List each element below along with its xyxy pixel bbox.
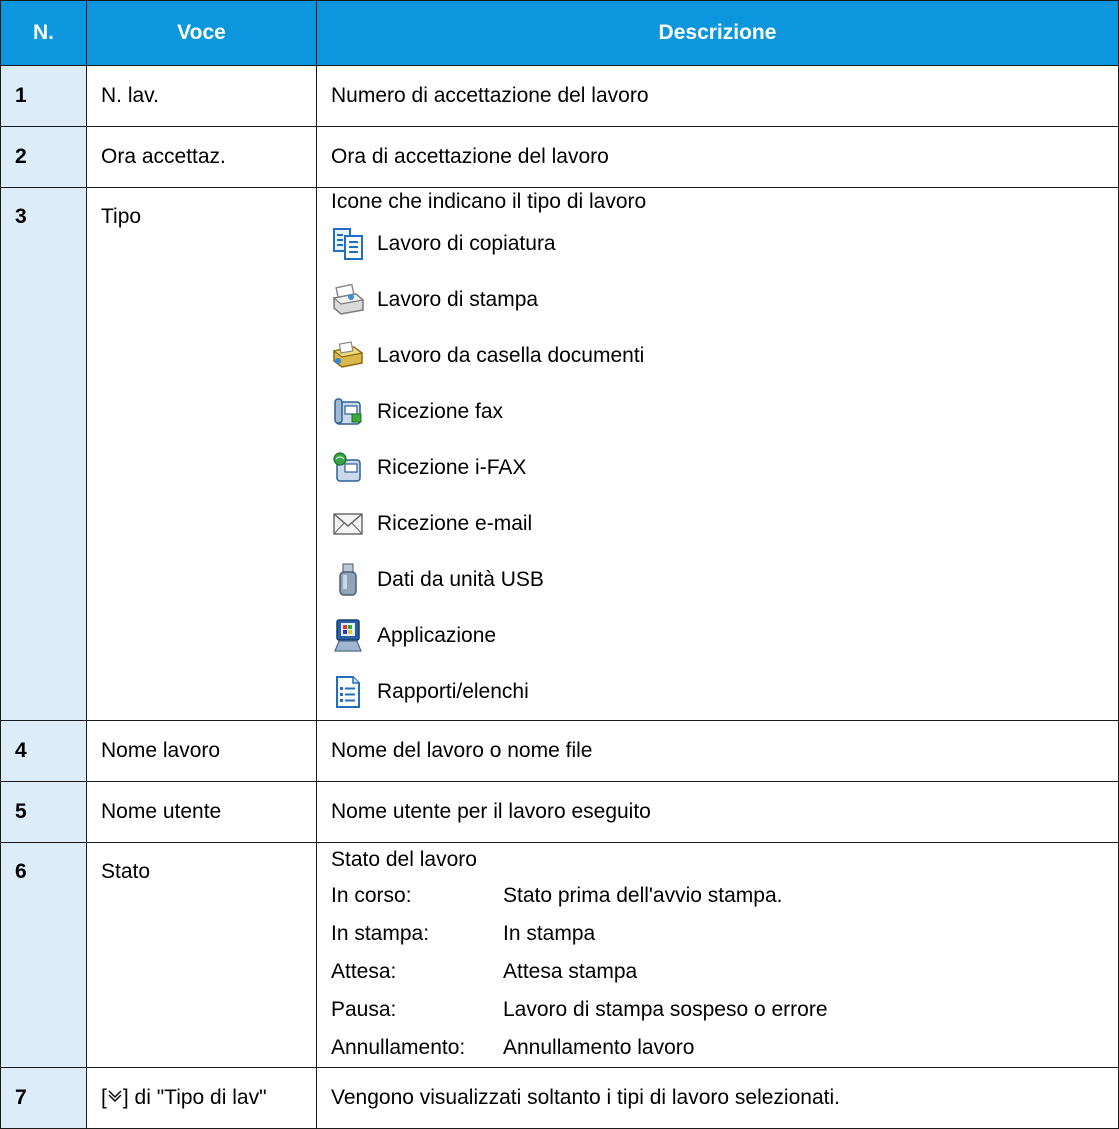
email-receive-icon <box>331 506 365 542</box>
type-label: Lavoro di stampa <box>377 288 539 311</box>
row-number: 7 <box>0 1067 87 1129</box>
row-number: 4 <box>0 720 87 782</box>
chevron-down-icon <box>107 1086 123 1110</box>
row-descrizione: Icone che indicano il tipo di lavoro Lav… <box>316 187 1119 721</box>
status-key: Annullamento: <box>331 1036 466 1059</box>
type-item-email: Ricezione e-mail <box>331 496 1104 552</box>
type-label: Dati da unità USB <box>377 568 544 591</box>
type-item-document-box: Lavoro da casella documenti <box>331 328 1104 384</box>
type-label: Ricezione i-FAX <box>377 456 527 479</box>
header-voce: Voce <box>86 0 317 66</box>
row-number: 2 <box>0 126 87 188</box>
table-row: 5 Nome utente Nome utente per il lavoro … <box>0 781 1119 843</box>
table-row: 6 Stato Stato del lavoro In corso: Stato… <box>0 842 1119 1068</box>
type-label: Rapporti/elenchi <box>377 680 529 703</box>
row-number: 3 <box>0 187 87 721</box>
status-value: Attesa stampa <box>503 960 638 983</box>
table-header-row: N. Voce Descrizione <box>0 0 1119 66</box>
status-item: Attesa: Attesa stampa <box>331 953 1104 991</box>
header-n: N. <box>0 0 87 66</box>
status-key: In corso: <box>331 884 412 907</box>
type-item-report: Rapporti/elenchi <box>331 664 1104 720</box>
status-key: In stampa: <box>331 922 430 945</box>
status-key: Pausa: <box>331 998 397 1021</box>
status-item: In corso: Stato prima dell'avvio stampa. <box>331 877 1104 915</box>
table-row: 2 Ora accettaz. Ora di accettazione del … <box>0 126 1119 188</box>
row-descrizione: Ora di accettazione del lavoro <box>316 126 1119 188</box>
status-item: In stampa: In stampa <box>331 915 1104 953</box>
fax-receive-icon <box>331 394 365 430</box>
job-fields-table: N. Voce Descrizione 1 N. lav. Numero di … <box>0 0 1119 1129</box>
type-label: Ricezione e-mail <box>377 512 533 535</box>
type-item-fax: Ricezione fax <box>331 384 1104 440</box>
report-list-icon <box>331 674 365 710</box>
copy-job-icon <box>331 226 365 262</box>
row-voce: [] di "Tipo di lav" <box>86 1067 317 1129</box>
row-voce: Stato <box>86 842 317 1068</box>
row-descrizione: Nome utente per il lavoro eseguito <box>316 781 1119 843</box>
row-voce: Nome lavoro <box>86 720 317 782</box>
status-value: In stampa <box>503 922 596 945</box>
status-item: Pausa: Lavoro di stampa sospeso o errore <box>331 991 1104 1029</box>
status-intro-text: Stato del lavoro <box>331 848 477 871</box>
status-item: Annullamento: Annullamento lavoro <box>331 1029 1104 1067</box>
row-voce: N. lav. <box>86 65 317 127</box>
type-item-print: Lavoro di stampa <box>331 272 1104 328</box>
row-voce: Ora accettaz. <box>86 126 317 188</box>
row-voce: Nome utente <box>86 781 317 843</box>
status-value: Annullamento lavoro <box>503 1036 695 1059</box>
table-row: 7 [] di "Tipo di lav" Vengono visualizza… <box>0 1067 1119 1129</box>
row-descrizione: Numero di accettazione del lavoro <box>316 65 1119 127</box>
row-number: 5 <box>0 781 87 843</box>
row-descrizione: Vengono visualizzati soltanto i tipi di … <box>316 1067 1119 1129</box>
row-descrizione: Stato del lavoro In corso: Stato prima d… <box>316 842 1119 1068</box>
row-number: 6 <box>0 842 87 1068</box>
table-row: 1 N. lav. Numero di accettazione del lav… <box>0 65 1119 127</box>
status-value: Stato prima dell'avvio stampa. <box>503 884 783 907</box>
row-number: 1 <box>0 65 87 127</box>
application-icon <box>331 618 365 654</box>
ifax-receive-icon <box>331 450 365 486</box>
type-item-application: Applicazione <box>331 608 1104 664</box>
row-descrizione: Nome del lavoro o nome file <box>316 720 1119 782</box>
type-item-copy: Lavoro di copiatura <box>331 216 1104 272</box>
status-key: Attesa: <box>331 960 397 983</box>
row-voce: Tipo <box>86 187 317 721</box>
header-descrizione: Descrizione <box>316 0 1119 66</box>
table-row: 3 Tipo Icone che indicano il tipo di lav… <box>0 187 1119 721</box>
type-item-usb: Dati da unità USB <box>331 552 1104 608</box>
status-value: Lavoro di stampa sospeso o errore <box>503 998 828 1021</box>
usb-data-icon <box>331 562 365 598</box>
type-label: Lavoro da casella documenti <box>377 344 645 367</box>
type-label: Applicazione <box>377 624 497 647</box>
table-row: 4 Nome lavoro Nome del lavoro o nome fil… <box>0 720 1119 782</box>
document-box-job-icon <box>331 338 365 374</box>
type-label: Ricezione fax <box>377 400 504 423</box>
print-job-icon <box>331 282 365 318</box>
type-label: Lavoro di copiatura <box>377 232 556 255</box>
type-intro-text: Icone che indicano il tipo di lavoro <box>331 190 647 213</box>
type-item-ifax: Ricezione i-FAX <box>331 440 1104 496</box>
voce-suffix: ] di "Tipo di lav" <box>122 1085 267 1109</box>
